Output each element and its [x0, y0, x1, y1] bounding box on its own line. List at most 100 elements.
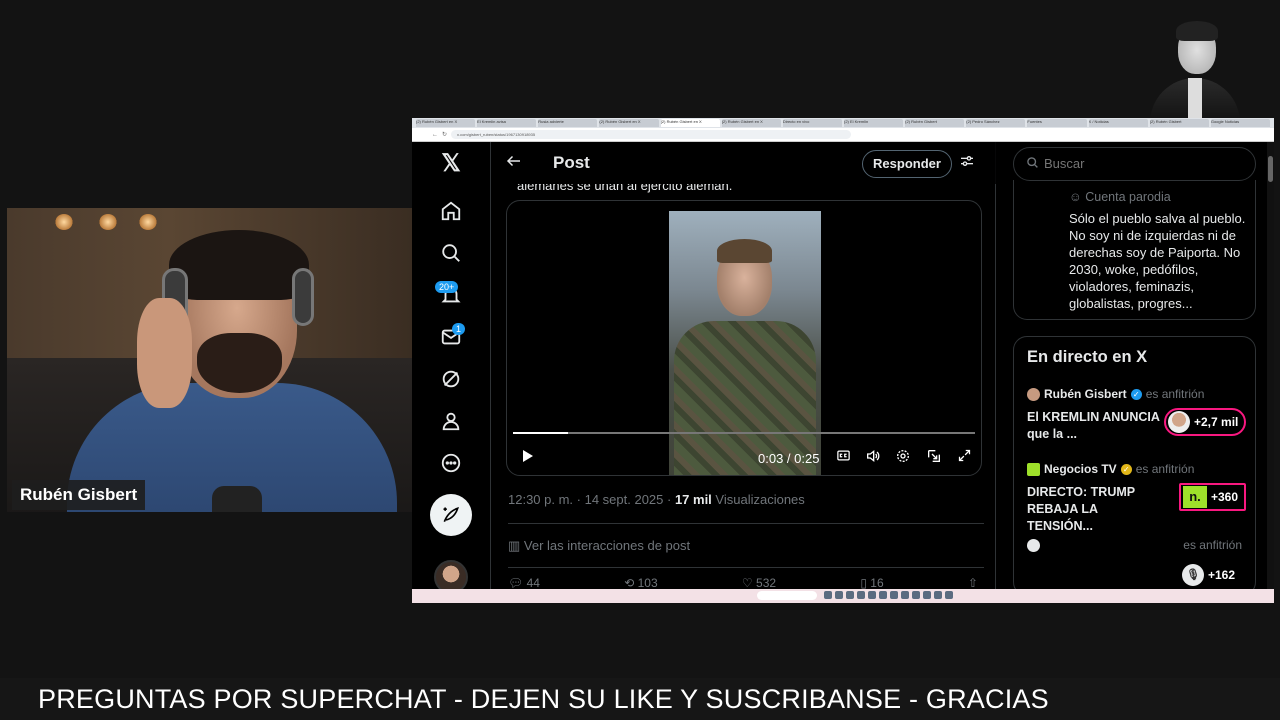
app-icon[interactable]	[934, 591, 942, 599]
browser-tab[interactable]: El Kremlin avisa	[477, 119, 537, 127]
search-box[interactable]	[1013, 147, 1256, 181]
home-icon[interactable]	[438, 198, 464, 224]
lamp-icon	[55, 214, 73, 230]
picture-in-picture-icon[interactable]	[925, 448, 943, 467]
browser-tab[interactable]: (2) Rubén Gisbert en X	[416, 119, 476, 127]
repost-action[interactable]: ⟲ 103	[624, 576, 657, 590]
host-role: es anfitrión	[1145, 387, 1205, 401]
grok-icon[interactable]	[438, 366, 464, 392]
post-action-bar: 💬︎ 44 ⟲ 103 ♡ 532 ▯ 16 ⇧	[508, 576, 978, 590]
post-column: alemanes se unan al ejército alemán. Pos…	[490, 142, 997, 590]
space-host-row[interactable]: Rubén Gisbert ✓ es anfitrión	[1027, 387, 1204, 401]
more-icon[interactable]	[438, 450, 464, 476]
space-host-row[interactable]: es anfitrión	[1027, 538, 1242, 552]
like-action[interactable]: ♡ 532	[742, 576, 776, 590]
browser-tab[interactable]: (2) Rubén Gisbert en X	[721, 119, 781, 127]
space-listeners-pill[interactable]: n. +360	[1179, 483, 1247, 511]
bar-chart-icon: ▥	[508, 538, 521, 553]
listener-count: +162	[1208, 568, 1236, 582]
space-title[interactable]: El KREMLIN ANUNCIA que la ...	[1027, 409, 1167, 443]
settings-gear-icon[interactable]	[894, 448, 912, 467]
profile-icon[interactable]	[438, 408, 464, 434]
video-progress-fill	[513, 432, 569, 434]
reply-count: 44	[526, 576, 540, 590]
presenter-beard	[197, 333, 282, 393]
compose-post-icon[interactable]	[430, 494, 472, 536]
captions-icon[interactable]	[834, 448, 852, 466]
left-nav: 𝕏 20+ 1	[412, 142, 490, 594]
url-field[interactable]: x.com/gisbert_ruben/status/1967130918935	[451, 130, 852, 139]
browser-tab[interactable]: (2) Rubén Gisbert en X	[599, 119, 659, 127]
scrollbar-thumb[interactable]	[1268, 156, 1273, 182]
browser-tab[interactable]: X / Noticias	[1088, 119, 1148, 127]
space-host-row[interactable]: Negocios TV ✓ es anfitrión	[1027, 462, 1194, 476]
app-icon[interactable]	[912, 591, 920, 599]
post-header: Post Responder	[491, 142, 997, 184]
profile-bio: Sólo el pueblo salva al pueblo. No soy n…	[1069, 211, 1246, 311]
app-icon[interactable]	[846, 591, 854, 599]
x-logo-icon[interactable]: 𝕏	[438, 150, 464, 177]
taskbar-apps	[824, 591, 953, 599]
space-title[interactable]: DIRECTO: TRUMP REBAJA LA TENSIÓN...	[1027, 484, 1167, 535]
app-icon[interactable]	[901, 591, 909, 599]
search-icon[interactable]	[438, 240, 464, 266]
page-scrollbar[interactable]	[1267, 142, 1274, 589]
views-count: 17 mil	[674, 492, 712, 507]
play-icon[interactable]	[519, 448, 535, 469]
video-progress-track[interactable]	[513, 432, 975, 434]
x-app: 𝕏 20+ 1 alemanes se unan al ejército ale…	[412, 142, 1274, 596]
host-shirt	[1188, 78, 1202, 123]
browser-tab[interactable]: (2) Rubén Gisbert	[1149, 119, 1209, 127]
verified-badge-icon: ✓	[1130, 388, 1142, 400]
soldier-hair	[717, 239, 772, 263]
reply-button[interactable]: Responder	[862, 150, 952, 178]
browser-tab[interactable]: Fuentes	[1027, 119, 1087, 127]
parody-text: Cuenta parodia	[1085, 190, 1171, 204]
app-icon[interactable]	[945, 591, 953, 599]
bookmark-icon: ▯	[860, 576, 867, 590]
browser-tab[interactable]: (2) Rubén Gisbert	[905, 119, 965, 127]
reply-action[interactable]: 💬︎ 44	[508, 576, 540, 590]
video-frame	[669, 211, 821, 475]
volume-icon[interactable]	[864, 448, 882, 467]
browser-tab[interactable]: (2) Pedro Sánchez	[966, 119, 1026, 127]
video-player[interactable]: 0:03 / 0:25	[506, 200, 982, 476]
taskbar-search[interactable]	[757, 591, 817, 600]
app-icon[interactable]	[879, 591, 887, 599]
listener-avatar	[1168, 411, 1190, 433]
bookmark-action[interactable]: ▯ 16	[860, 576, 883, 590]
filter-icon[interactable]	[959, 153, 975, 174]
stream-canvas: Rubén Gisbert (2) Rubén Gisbert en X El K…	[0, 0, 1280, 720]
host-role: es anfitrión	[1135, 462, 1195, 476]
space-listeners-pill[interactable]: +2,7 mil	[1164, 408, 1247, 436]
app-icon[interactable]	[824, 591, 832, 599]
live-spaces-card: En directo en X Rubén Gisbert ✓ es anfit…	[1013, 336, 1256, 596]
browser-tab[interactable]: (2) Rubén Gisbert en X	[660, 119, 720, 127]
right-sidebar: ☺ Cuenta parodia Sólo el pueblo salva al…	[1008, 142, 1274, 596]
verified-badge-icon: ✓	[1120, 463, 1132, 475]
share-icon[interactable]: ⇧	[968, 576, 978, 590]
browser-tab[interactable]: (2) El Kremlin	[843, 119, 904, 127]
back-icon[interactable]: ←	[432, 132, 438, 138]
space-listeners-pill[interactable]: 🎙︎ +162	[1180, 561, 1241, 589]
app-icon[interactable]	[890, 591, 898, 599]
app-icon[interactable]	[835, 591, 843, 599]
view-interactions-link[interactable]: ▥ Ver las interacciones de post	[508, 538, 690, 554]
browser-tab-bar: (2) Rubén Gisbert en X El Kremlin avisa Ru…	[412, 118, 1274, 128]
presenter-webcam	[7, 208, 412, 512]
browser-tab[interactable]: Directo en vivo	[782, 119, 842, 127]
ticker-text: PREGUNTAS POR SUPERCHAT - DEJEN SU LIKE …	[38, 684, 1049, 714]
app-icon[interactable]	[868, 591, 876, 599]
app-icon[interactable]	[857, 591, 865, 599]
parody-label: ☺ Cuenta parodia	[1069, 190, 1171, 204]
app-icon[interactable]	[923, 591, 931, 599]
back-arrow-icon[interactable]	[505, 152, 523, 175]
browser-tab[interactable]: Rusia advierte	[538, 119, 598, 127]
bookmark-count: 16	[870, 576, 884, 590]
reload-icon[interactable]: ↻	[442, 131, 447, 138]
search-input[interactable]	[1044, 156, 1244, 171]
browser-tab[interactable]: Google Noticias	[1210, 119, 1270, 127]
lamp-icon	[139, 214, 157, 230]
fullscreen-icon[interactable]	[955, 448, 973, 466]
listener-count: +360	[1211, 490, 1239, 504]
